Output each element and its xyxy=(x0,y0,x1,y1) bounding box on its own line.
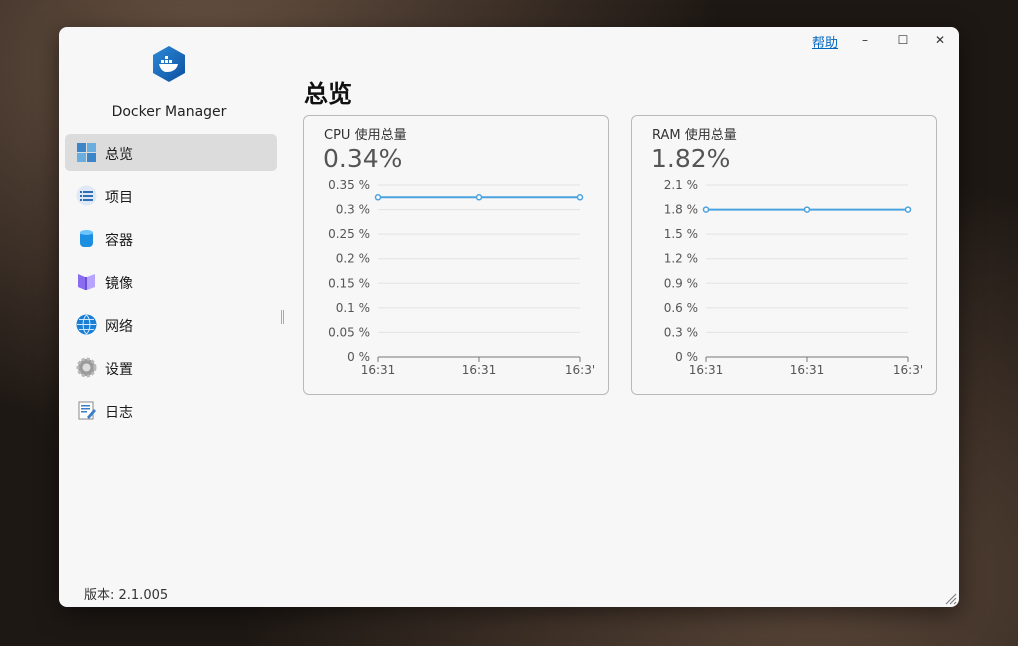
x-tick-label: 16:3' xyxy=(893,363,923,377)
sidebar-item-label: 容器 xyxy=(105,233,133,249)
minimize-button[interactable]: – xyxy=(850,31,880,49)
sidebar-splitter[interactable] xyxy=(281,310,284,324)
logs-icon xyxy=(78,401,96,420)
y-tick-label: 0.3 % xyxy=(664,325,698,339)
sidebar-item-logs[interactable]: 日志 xyxy=(65,392,277,429)
y-tick-label: 0.6 % xyxy=(664,301,698,315)
overview-icon xyxy=(77,143,96,162)
y-tick-label: 1.2 % xyxy=(664,252,698,266)
help-link[interactable]: 帮助 xyxy=(812,32,838,51)
x-tick-label: 16:31 xyxy=(361,363,396,377)
y-tick-label: 0.3 % xyxy=(336,203,370,217)
docker-logo-icon xyxy=(153,46,185,82)
y-tick-label: 0.35 % xyxy=(328,178,370,192)
data-point xyxy=(803,206,811,213)
maximize-button[interactable]: ☐ xyxy=(888,31,918,49)
y-tick-label: 0.9 % xyxy=(664,276,698,290)
resize-grip-icon[interactable] xyxy=(943,591,957,605)
x-tick-label: 16:31 xyxy=(689,363,724,377)
sidebar-item-label: 日志 xyxy=(105,405,133,421)
y-tick-label: 0.2 % xyxy=(336,252,370,266)
y-tick-label: 0.15 % xyxy=(328,276,370,290)
sidebar-item-label: 项目 xyxy=(105,190,133,206)
x-tick-label: 16:31 xyxy=(462,363,497,377)
containers-icon xyxy=(80,230,93,247)
network-icon xyxy=(76,314,97,335)
images-icon xyxy=(78,274,95,290)
sidebar-item-label: 总览 xyxy=(105,147,133,163)
settings-icon xyxy=(76,357,97,378)
x-tick-label: 16:31 xyxy=(790,363,825,377)
sidebar-item-label: 设置 xyxy=(105,362,133,378)
y-tick-label: 0.1 % xyxy=(336,301,370,315)
app-name: Docker Manager xyxy=(111,104,227,120)
y-tick-label: 0 % xyxy=(347,350,370,364)
data-point xyxy=(576,194,584,201)
version-label: 版本: 2.1.005 xyxy=(84,588,169,603)
y-tick-label: 1.5 % xyxy=(664,227,698,241)
sidebar: Docker Manager 总览 项目 容器 镜像 网络 设置 日志 版本: … xyxy=(59,27,285,607)
sidebar-item-label: 镜像 xyxy=(105,276,133,292)
sidebar-item-overview[interactable]: 总览 xyxy=(65,134,277,171)
sidebar-item-projects[interactable]: 项目 xyxy=(65,177,277,214)
data-point xyxy=(702,206,710,213)
sidebar-item-images[interactable]: 镜像 xyxy=(65,263,277,300)
y-tick-label: 1.8 % xyxy=(664,203,698,217)
sidebar-item-settings[interactable]: 设置 xyxy=(65,349,277,386)
data-point xyxy=(374,194,382,201)
page-title: 总览 xyxy=(304,80,352,108)
projects-icon xyxy=(76,185,97,206)
ram-usage-card: RAM 使用总量 1.82% 2.1 % 1.8 % 1.5 % 1.2 % 0.9 %… xyxy=(631,115,937,395)
ram-usage-chart: 2.1 %1.8 %1.5 %1.2 %0.9 %0.6 %0.3 %0 %16… xyxy=(664,178,923,377)
y-tick-label: 2.1 % xyxy=(664,178,698,192)
y-tick-label: 0 % xyxy=(675,350,698,364)
cpu-usage-chart: 0.35 % 0.3 % 0.25 % 0.2 % 0.15 % 0.1 % 0.05 % 0… xyxy=(328,178,595,377)
cpu-usage-card: CPU 使用总量 0.34% 0.35 % 0.3 % 0.25 % 0.2 % 0.1… xyxy=(303,115,609,395)
sidebar-item-label: 网络 xyxy=(105,319,133,335)
y-tick-label: 0.25 % xyxy=(328,227,370,241)
data-point xyxy=(475,194,483,201)
data-point xyxy=(904,206,912,213)
sidebar-item-containers[interactable]: 容器 xyxy=(65,220,277,257)
sidebar-item-network[interactable]: 网络 xyxy=(65,306,277,343)
x-tick-label: 16:3' xyxy=(565,363,595,377)
close-button[interactable]: ✕ xyxy=(925,31,955,49)
app-window: Docker Manager 总览 项目 容器 镜像 网络 设置 日志 版本: … xyxy=(59,27,959,607)
y-tick-label: 0.05 % xyxy=(328,325,370,339)
